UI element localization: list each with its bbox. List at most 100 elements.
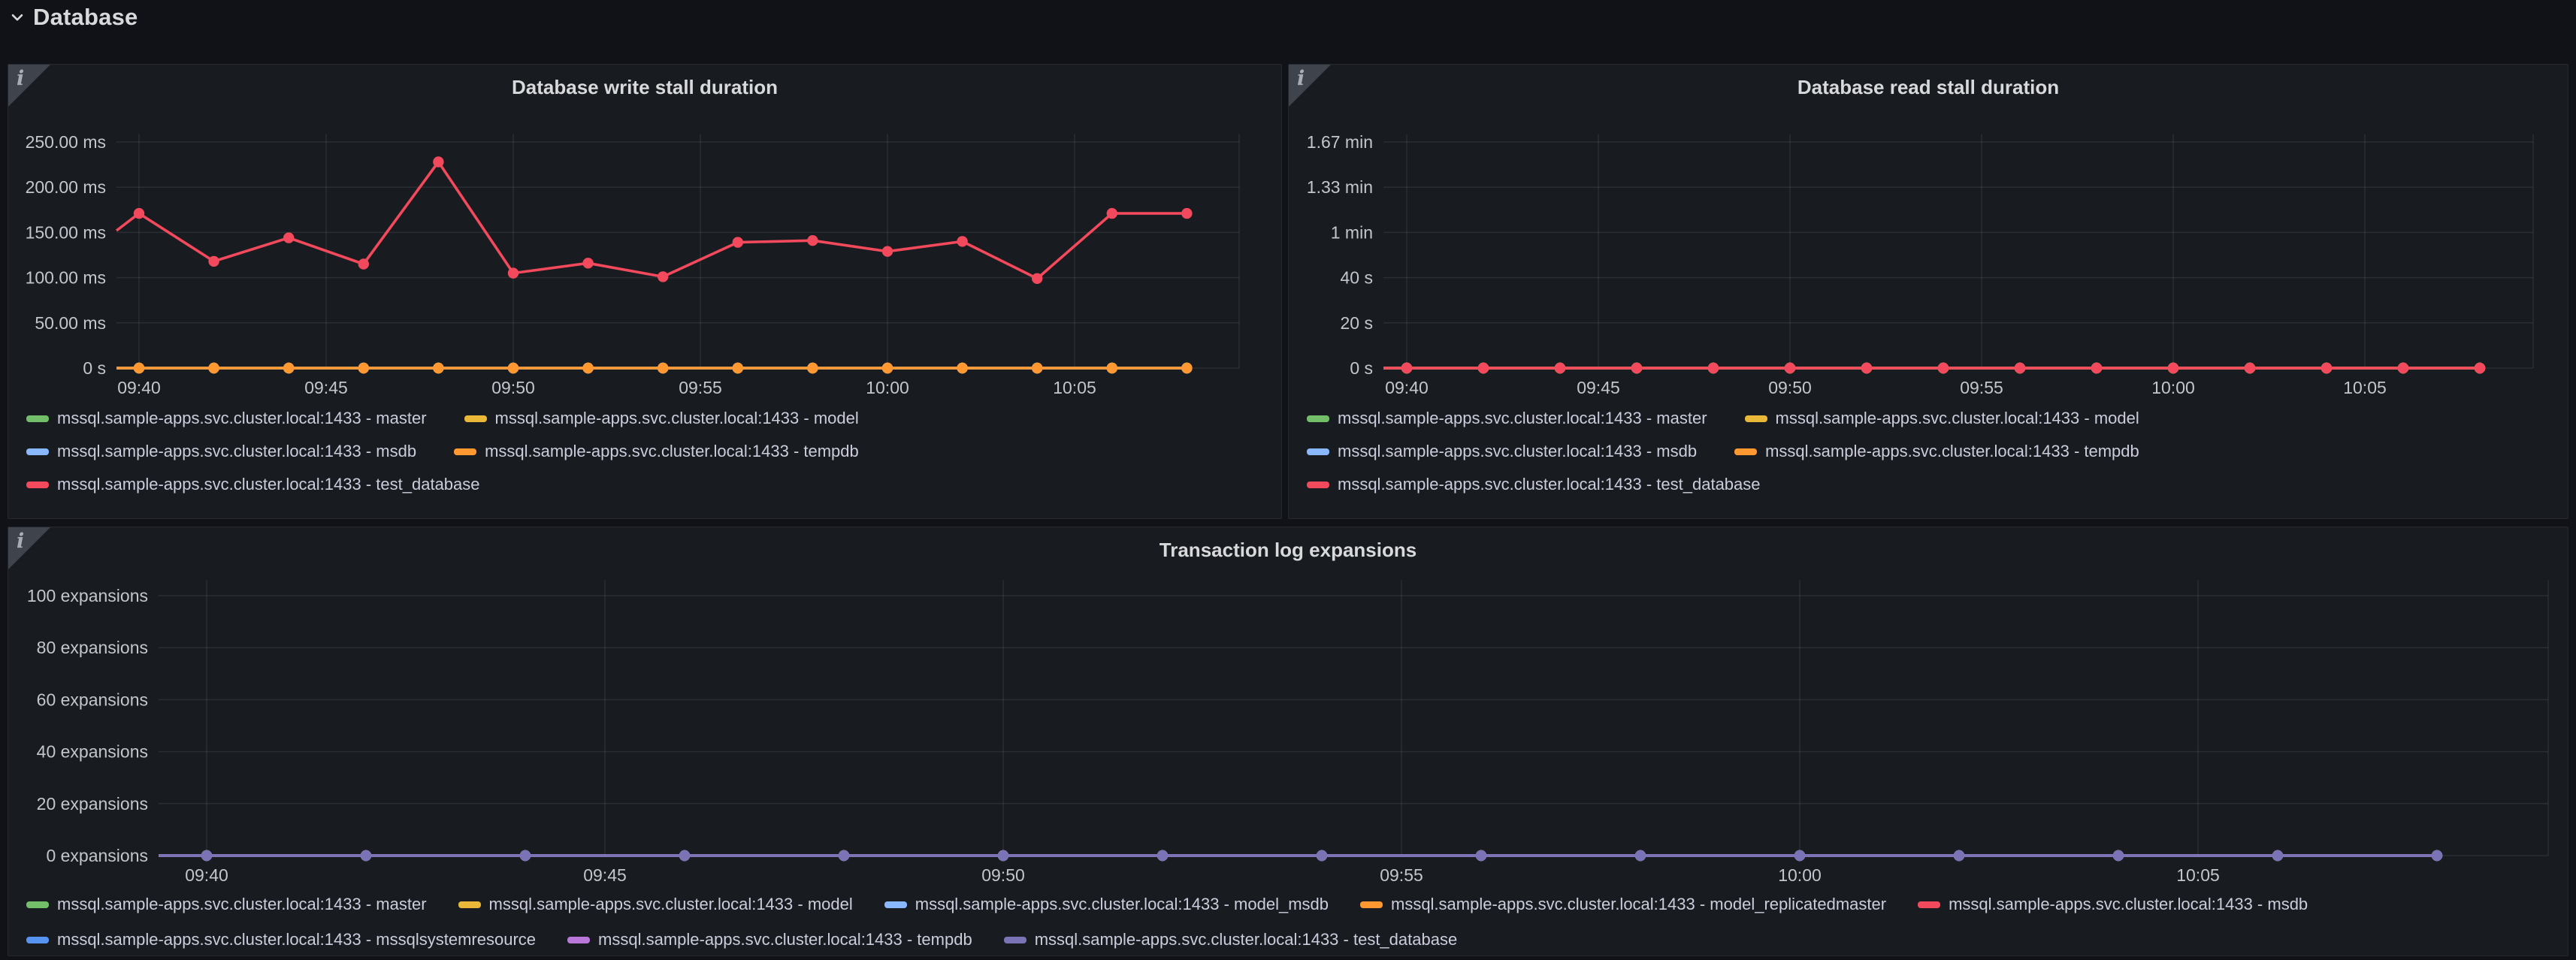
series-point[interactable] — [2432, 850, 2442, 861]
legend-item[interactable]: mssql.sample-apps.svc.cluster.local:1433… — [1734, 441, 2139, 462]
x-axis-tick-label: 09:45 — [304, 378, 348, 397]
series-point[interactable] — [134, 208, 144, 219]
panel-title[interactable]: Database read stall duration — [1289, 65, 2568, 99]
series-point[interactable] — [1317, 850, 1327, 861]
info-icon-glyph: i — [17, 67, 24, 90]
legend-label: mssql.sample-apps.svc.cluster.local:1433… — [1391, 895, 1886, 914]
series-point[interactable] — [882, 246, 893, 257]
series-point[interactable] — [433, 156, 443, 167]
series-point[interactable] — [1478, 363, 1489, 373]
x-axis-tick-label: 09:55 — [1380, 865, 1423, 885]
series-point[interactable] — [1631, 363, 1642, 373]
series-point[interactable] — [1032, 273, 1042, 284]
series-point[interactable] — [2272, 850, 2283, 861]
series-point[interactable] — [283, 363, 294, 373]
series-point[interactable] — [508, 363, 519, 373]
panel-title[interactable]: Database write stall duration — [8, 65, 1281, 99]
series-point[interactable] — [733, 237, 743, 247]
series-point[interactable] — [283, 232, 294, 243]
legend-item[interactable]: mssql.sample-apps.svc.cluster.local:1433… — [464, 408, 859, 429]
legend-item[interactable]: mssql.sample-apps.svc.cluster.local:1433… — [26, 474, 480, 495]
series-point[interactable] — [582, 258, 593, 268]
legend-item[interactable]: mssql.sample-apps.svc.cluster.local:1433… — [454, 441, 859, 462]
legend-item[interactable]: mssql.sample-apps.svc.cluster.local:1433… — [1307, 441, 1697, 462]
series-point[interactable] — [433, 363, 443, 373]
series-point[interactable] — [658, 363, 668, 373]
legend-item[interactable]: mssql.sample-apps.svc.cluster.local:1433… — [1360, 894, 1886, 915]
series-point[interactable] — [1555, 363, 1565, 373]
series-point[interactable] — [208, 363, 219, 373]
series-point[interactable] — [2015, 363, 2025, 373]
series-point[interactable] — [508, 267, 519, 278]
series-point[interactable] — [733, 363, 743, 373]
series-point[interactable] — [1938, 363, 1949, 373]
legend-item[interactable]: mssql.sample-apps.svc.cluster.local:1433… — [884, 894, 1329, 915]
series-point[interactable] — [520, 850, 531, 861]
x-axis-tick-label: 10:00 — [1778, 865, 1822, 885]
series-point[interactable] — [882, 363, 893, 373]
time-series-chart-log-expansions[interactable]: 0 expansions20 expansions40 expansions60… — [8, 527, 2568, 955]
y-axis-tick-label: 20 expansions — [37, 794, 148, 814]
panel-database-write-stall-duration: i Database write stall duration 0 s50.00… — [8, 64, 1282, 519]
legend-item[interactable]: mssql.sample-apps.svc.cluster.local:1433… — [26, 894, 427, 915]
y-axis-tick-label: 0 expansions — [46, 846, 148, 865]
series-point[interactable] — [2168, 363, 2178, 373]
legend-item[interactable]: mssql.sample-apps.svc.cluster.local:1433… — [458, 894, 853, 915]
series-point[interactable] — [361, 850, 371, 861]
series-point[interactable] — [1954, 850, 1964, 861]
legend-label: mssql.sample-apps.svc.cluster.local:1433… — [485, 442, 859, 461]
series-point[interactable] — [1181, 363, 1192, 373]
series-point[interactable] — [208, 256, 219, 267]
series-point[interactable] — [134, 363, 144, 373]
series-point[interactable] — [201, 850, 212, 861]
chart-legend: mssql.sample-apps.svc.cluster.local:1433… — [26, 894, 2550, 950]
legend-item[interactable]: mssql.sample-apps.svc.cluster.local:1433… — [26, 408, 427, 429]
series-point[interactable] — [2398, 363, 2408, 373]
series-point[interactable] — [1181, 208, 1192, 219]
x-axis-tick-label: 09:55 — [1960, 378, 2003, 397]
x-axis-tick-label: 09:40 — [185, 865, 228, 885]
legend-item[interactable]: mssql.sample-apps.svc.cluster.local:1433… — [1307, 474, 1761, 495]
series-point[interactable] — [582, 363, 593, 373]
legend-color-swatch — [458, 901, 481, 908]
series-point[interactable] — [1157, 850, 1168, 861]
series-point[interactable] — [998, 850, 1008, 861]
y-axis-tick-label: 200.00 ms — [26, 177, 106, 197]
legend-item[interactable]: mssql.sample-apps.svc.cluster.local:1433… — [1004, 929, 1458, 950]
series-point[interactable] — [2113, 850, 2124, 861]
legend-item[interactable]: mssql.sample-apps.svc.cluster.local:1433… — [26, 929, 536, 950]
series-point[interactable] — [1476, 850, 1486, 861]
series-point[interactable] — [807, 235, 818, 246]
series-point[interactable] — [658, 271, 668, 282]
series-point[interactable] — [2321, 363, 2332, 373]
series-point[interactable] — [1401, 363, 1412, 373]
panel-title[interactable]: Transaction log expansions — [8, 527, 2568, 562]
legend-item[interactable]: mssql.sample-apps.svc.cluster.local:1433… — [567, 929, 972, 950]
series-point[interactable] — [1861, 363, 1872, 373]
series-point[interactable] — [957, 363, 967, 373]
series-point[interactable] — [1785, 363, 1795, 373]
legend-item[interactable]: mssql.sample-apps.svc.cluster.local:1433… — [1918, 894, 2308, 915]
series-point[interactable] — [1032, 363, 1042, 373]
series-point[interactable] — [807, 363, 818, 373]
series-point[interactable] — [1708, 363, 1719, 373]
series-point[interactable] — [957, 236, 967, 246]
series-point[interactable] — [2091, 363, 2102, 373]
series-point[interactable] — [839, 850, 849, 861]
series-point[interactable] — [358, 363, 369, 373]
series-point[interactable] — [679, 850, 690, 861]
series-point[interactable] — [2475, 363, 2485, 373]
y-axis-tick-label: 250.00 ms — [26, 132, 106, 152]
legend-item[interactable]: mssql.sample-apps.svc.cluster.local:1433… — [26, 441, 416, 462]
series-point[interactable] — [1794, 850, 1805, 861]
series-point[interactable] — [2245, 363, 2255, 373]
series-point[interactable] — [358, 258, 369, 269]
series-point[interactable] — [1635, 850, 1646, 861]
series-point[interactable] — [1107, 208, 1117, 219]
series-point[interactable] — [1107, 363, 1117, 373]
legend-label: mssql.sample-apps.svc.cluster.local:1433… — [915, 895, 1329, 914]
section-header-database[interactable]: Database — [8, 2, 138, 33]
legend-label: mssql.sample-apps.svc.cluster.local:1433… — [1338, 409, 1707, 428]
legend-item[interactable]: mssql.sample-apps.svc.cluster.local:1433… — [1745, 408, 2139, 429]
legend-item[interactable]: mssql.sample-apps.svc.cluster.local:1433… — [1307, 408, 1707, 429]
